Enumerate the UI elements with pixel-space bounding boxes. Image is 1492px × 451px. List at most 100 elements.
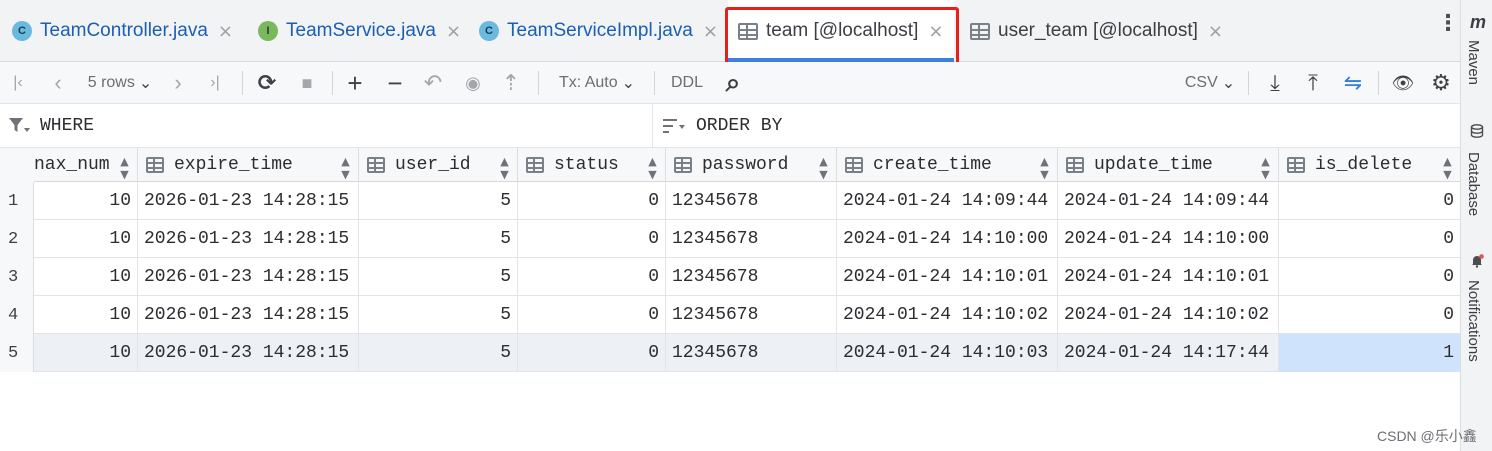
cell-update-time[interactable]: 2024-01-24 14:10:02 bbox=[1058, 296, 1279, 334]
cell-is-delete-focused[interactable]: 1 bbox=[1279, 334, 1460, 372]
sort-icon[interactable]: ▲▼ bbox=[646, 155, 659, 181]
maven-icon[interactable]: m bbox=[1470, 12, 1486, 33]
close-icon[interactable]: × bbox=[218, 21, 233, 42]
sort-icon[interactable]: ▲▼ bbox=[498, 155, 511, 181]
where-filter-field[interactable]: WHERE bbox=[8, 104, 648, 148]
cell-update-time[interactable]: 2024-01-24 14:10:00 bbox=[1058, 220, 1279, 258]
cell-max-num[interactable]: 10 bbox=[34, 334, 138, 372]
cell-update-time[interactable]: 2024-01-24 14:09:44 bbox=[1058, 182, 1279, 220]
cell-is-delete[interactable]: 0 bbox=[1279, 296, 1460, 334]
cell-password[interactable]: 12345678 bbox=[666, 182, 837, 220]
cell-status[interactable]: 0 bbox=[518, 334, 666, 372]
row-number[interactable]: 2 bbox=[0, 220, 34, 258]
cell-user-id[interactable]: 5 bbox=[359, 258, 518, 296]
table-row[interactable]: 2 10 2026-01-23 14:28:15 5 0 12345678 20… bbox=[0, 220, 1460, 258]
tab-team-controller[interactable]: C TeamController.java × bbox=[0, 0, 244, 62]
column-header-max-num[interactable]: nax_num ▲▼ bbox=[34, 148, 138, 182]
refresh-icon[interactable]: ⟳ bbox=[252, 62, 282, 104]
compare-icon[interactable]: ⇋ bbox=[1338, 62, 1368, 104]
export-format-dropdown[interactable]: CSV ⌄ bbox=[1180, 62, 1240, 104]
order-by-field[interactable]: ORDER BY bbox=[662, 104, 1452, 148]
column-header-update-time[interactable]: update_time ▲▼ bbox=[1058, 148, 1279, 182]
sort-icon[interactable]: ▲▼ bbox=[1441, 155, 1454, 181]
cell-max-num[interactable]: 10 bbox=[34, 258, 138, 296]
add-row-icon[interactable]: + bbox=[340, 62, 370, 104]
cell-update-time[interactable]: 2024-01-24 14:17:44 bbox=[1058, 334, 1279, 372]
row-number[interactable]: 1 bbox=[0, 182, 34, 220]
tab-user-team-localhost[interactable]: user_team [@localhost] × bbox=[960, 0, 1230, 62]
cell-user-id[interactable]: 5 bbox=[359, 220, 518, 258]
database-tool-label[interactable]: Database bbox=[1465, 152, 1482, 216]
ddl-button[interactable]: DDL bbox=[666, 62, 708, 104]
cell-password[interactable]: 12345678 bbox=[666, 220, 837, 258]
cell-status[interactable]: 0 bbox=[518, 296, 666, 334]
table-row[interactable]: 1 10 2026-01-23 14:28:15 5 0 12345678 20… bbox=[0, 182, 1460, 220]
cell-is-delete[interactable]: 0 bbox=[1279, 182, 1460, 220]
cell-is-delete[interactable]: 0 bbox=[1279, 258, 1460, 296]
cell-create-time[interactable]: 2024-01-24 14:10:03 bbox=[837, 334, 1058, 372]
cell-update-time[interactable]: 2024-01-24 14:10:01 bbox=[1058, 258, 1279, 296]
cell-user-id[interactable]: 5 bbox=[359, 334, 518, 372]
cell-max-num[interactable]: 10 bbox=[34, 220, 138, 258]
maven-tool-label[interactable]: Maven bbox=[1465, 40, 1482, 85]
tab-team-service-impl[interactable]: C TeamServiceImpl.java × bbox=[467, 0, 727, 62]
cell-expire-time[interactable]: 2026-01-23 14:28:15 bbox=[138, 334, 359, 372]
notifications-tool-label[interactable]: Notifications bbox=[1465, 280, 1482, 362]
more-vertical-icon[interactable]: ⋮ bbox=[1437, 13, 1459, 35]
database-icon[interactable] bbox=[1470, 124, 1484, 138]
sort-icon[interactable]: ▲▼ bbox=[817, 155, 830, 181]
cell-expire-time[interactable]: 2026-01-23 14:28:15 bbox=[138, 258, 359, 296]
view-options-icon[interactable]: 👁 bbox=[1388, 62, 1418, 104]
cell-user-id[interactable]: 5 bbox=[359, 296, 518, 334]
row-number[interactable]: 4 bbox=[0, 296, 34, 334]
column-header-is-delete[interactable]: is_delete ▲▼ bbox=[1279, 148, 1460, 182]
table-row[interactable]: 3 10 2026-01-23 14:28:15 5 0 12345678 20… bbox=[0, 258, 1460, 296]
search-icon[interactable]: ⌕ bbox=[718, 62, 748, 104]
column-header-user-id[interactable]: user_id ▲▼ bbox=[359, 148, 518, 182]
row-number[interactable]: 3 bbox=[0, 258, 34, 296]
cell-status[interactable]: 0 bbox=[518, 220, 666, 258]
cell-max-num[interactable]: 10 bbox=[34, 296, 138, 334]
table-row-selected[interactable]: 5 10 2026-01-23 14:28:15 5 0 12345678 20… bbox=[0, 334, 1460, 372]
row-number[interactable]: 5 bbox=[0, 334, 34, 372]
stop-icon[interactable]: ■ bbox=[292, 62, 322, 104]
close-icon[interactable]: × bbox=[446, 21, 461, 42]
column-header-expire-time[interactable]: expire_time ▲▼ bbox=[138, 148, 359, 182]
cell-create-time[interactable]: 2024-01-24 14:10:00 bbox=[837, 220, 1058, 258]
cell-max-num[interactable]: 10 bbox=[34, 182, 138, 220]
cell-password[interactable]: 12345678 bbox=[666, 258, 837, 296]
cell-create-time[interactable]: 2024-01-24 14:09:44 bbox=[837, 182, 1058, 220]
sort-icon[interactable]: ▲▼ bbox=[118, 155, 131, 181]
cell-status[interactable]: 0 bbox=[518, 182, 666, 220]
notification-bell-icon[interactable] bbox=[1470, 254, 1484, 268]
last-page-icon[interactable]: ›| bbox=[200, 62, 230, 104]
cell-create-time[interactable]: 2024-01-24 14:10:01 bbox=[837, 258, 1058, 296]
cell-is-delete[interactable]: 0 bbox=[1279, 220, 1460, 258]
next-page-icon[interactable]: › bbox=[164, 62, 192, 104]
settings-gear-icon[interactable]: ⚙ bbox=[1426, 62, 1456, 104]
delete-row-icon[interactable]: − bbox=[380, 62, 410, 104]
column-header-create-time[interactable]: create_time ▲▼ bbox=[837, 148, 1058, 182]
cell-create-time[interactable]: 2024-01-24 14:10:02 bbox=[837, 296, 1058, 334]
submit-icon[interactable]: ⇡ bbox=[496, 62, 526, 104]
cell-status[interactable]: 0 bbox=[518, 258, 666, 296]
cell-password[interactable]: 12345678 bbox=[666, 296, 837, 334]
cell-expire-time[interactable]: 2026-01-23 14:28:15 bbox=[138, 296, 359, 334]
cell-user-id[interactable]: 5 bbox=[359, 182, 518, 220]
cell-expire-time[interactable]: 2026-01-23 14:28:15 bbox=[138, 220, 359, 258]
sort-icon[interactable]: ▲▼ bbox=[1259, 155, 1272, 181]
cell-expire-time[interactable]: 2026-01-23 14:28:15 bbox=[138, 182, 359, 220]
close-icon[interactable]: × bbox=[703, 21, 718, 42]
tab-team-service[interactable]: I TeamService.java × bbox=[246, 0, 468, 62]
column-header-status[interactable]: status ▲▼ bbox=[518, 148, 666, 182]
revert-icon[interactable]: ↶ bbox=[418, 62, 448, 104]
sort-icon[interactable]: ▲▼ bbox=[339, 155, 352, 181]
sort-icon[interactable]: ▲▼ bbox=[1038, 155, 1051, 181]
table-row[interactable]: 4 10 2026-01-23 14:28:15 5 0 12345678 20… bbox=[0, 296, 1460, 334]
cell-password[interactable]: 12345678 bbox=[666, 334, 837, 372]
upload-icon[interactable]: ⤒ bbox=[1298, 62, 1328, 104]
column-header-password[interactable]: password ▲▼ bbox=[666, 148, 837, 182]
first-page-icon[interactable]: |‹ bbox=[4, 62, 32, 104]
rows-count-dropdown[interactable]: 5 rows ⌄ bbox=[84, 62, 156, 104]
close-icon[interactable]: × bbox=[1208, 21, 1223, 42]
